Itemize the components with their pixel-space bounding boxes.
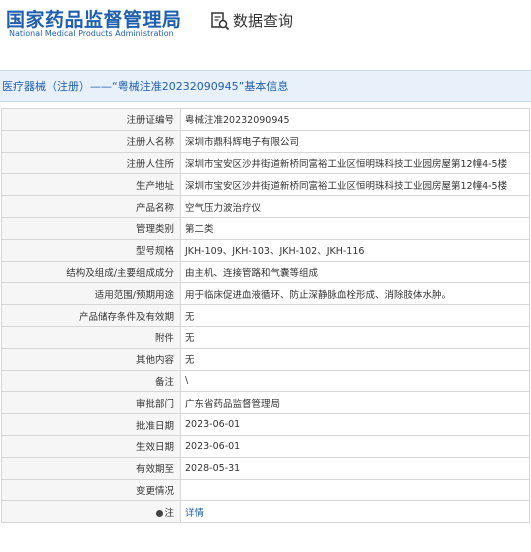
table-row: 其他内容无: [1, 347, 530, 371]
row-label: 型号规格: [1, 238, 181, 262]
row-value: 用于临床促进血液循环、防止深静脉血栓形成、消除肢体水肿。: [180, 282, 530, 306]
page-title: 医疗器械（注册）——“粤械注准20232090945”基本信息: [0, 70, 531, 102]
row-value: 空气压力波治疗仪: [180, 195, 530, 218]
row-value: 2023-06-01: [180, 434, 530, 458]
table-row: 注册人名称 深圳市鼎科辉电子有限公司: [1, 129, 530, 153]
note-label-cell: 注: [1, 500, 181, 524]
row-label: 产品名称: [1, 195, 181, 218]
row-label: 审批部门: [1, 391, 181, 415]
row-value: 无: [180, 347, 530, 371]
table-row: 批准日期 2023-06-01: [1, 413, 530, 436]
row-value: 由主机、连接管路和气囊等组成: [180, 260, 530, 284]
table-row: 生产地址 深圳市宝安区沙井街道新桥同富裕工业区恒明珠科技工业园房屋第12幢4-5楼: [1, 173, 530, 197]
data-query-link[interactable]: 数据查询: [210, 10, 293, 31]
table-row: 附件无: [1, 325, 530, 349]
table-row: 变更情况: [1, 478, 530, 502]
row-value: \: [180, 369, 530, 393]
row-value: JKH-109、JKH-103、JKH-102、JKH-116: [180, 238, 530, 262]
table-row: 有效期至 2028-05-31: [1, 456, 530, 480]
data-query-label: 数据查询: [233, 12, 294, 30]
site-header: 国家药品监督管理局 National Medical Products Admi…: [0, 0, 531, 48]
row-value: 深圳市宝安区沙井街道新桥同富裕工业区恒明珠科技工业园房屋第12幢4-5楼: [180, 151, 530, 175]
table-row: 管理类别 第二类: [1, 216, 530, 240]
row-value: 粤械注准20232090945: [180, 108, 530, 131]
table-row: 注册证编号 粤械注准20232090945: [1, 108, 530, 131]
detail-table: 注册证编号 粤械注准20232090945 注册人名称 深圳市鼎科辉电子有限公司 注册人…: [1, 108, 530, 524]
row-label: 有效期至: [1, 456, 181, 480]
table-row: 生效日期 2023-06-01: [1, 434, 530, 458]
note-value-cell: 详情: [180, 500, 530, 524]
org-name-cn[interactable]: 国家药品监督管理局: [6, 5, 182, 32]
row-value: 无: [180, 325, 530, 349]
row-label: 生效日期: [1, 434, 181, 458]
row-label: 注册证编号: [1, 108, 181, 131]
row-label: 结构及组成/主要组成成分: [1, 260, 181, 284]
row-value: 第二类: [180, 216, 530, 240]
row-label: 备注: [1, 369, 181, 393]
org-name-en: National Medical Products Administration: [9, 29, 174, 38]
row-value: 深圳市宝安区沙井街道新桥同富裕工业区恒明珠科技工业园房屋第12幢4-5楼: [180, 173, 530, 197]
row-label: 其他内容: [1, 347, 181, 371]
details-link[interactable]: 详情: [185, 508, 204, 519]
row-value: 无: [180, 304, 530, 327]
note-label: 注: [164, 507, 174, 519]
note-dot-icon: [156, 509, 164, 517]
row-value: 广东省药品监督管理局: [180, 391, 530, 415]
row-value: 2028-05-31: [180, 456, 530, 480]
row-value: 2023-06-01: [180, 413, 530, 436]
table-row: 备注 \: [1, 369, 530, 393]
row-label: 批准日期: [1, 413, 181, 436]
table-row: 产品名称 空气压力波治疗仪: [1, 195, 530, 218]
row-label: 管理类别: [1, 216, 181, 240]
row-value: 深圳市鼎科辉电子有限公司: [180, 129, 530, 153]
row-label: 生产地址: [1, 173, 181, 197]
note-row: 注详情: [1, 500, 530, 524]
row-label: 注册人住所: [1, 151, 181, 175]
row-value: [180, 478, 530, 502]
table-row: 产品储存条件及有效期无: [1, 304, 530, 327]
row-label: 产品储存条件及有效期: [1, 304, 181, 327]
row-label: 注册人名称: [1, 129, 181, 153]
row-label: 适用范围/预期用途: [1, 282, 181, 306]
row-label: 变更情况: [1, 478, 181, 502]
search-document-icon: [211, 11, 230, 30]
table-row: 型号规格 JKH-109、JKH-103、JKH-102、JKH-116: [1, 238, 530, 262]
row-label: 附件: [1, 325, 181, 349]
table-row: 结构及组成/主要组成成分 由主机、连接管路和气囊等组成: [1, 260, 530, 284]
table-row: 注册人住所 深圳市宝安区沙井街道新桥同富裕工业区恒明珠科技工业园房屋第12幢4-5…: [1, 151, 530, 175]
table-row: 审批部门 广东省药品监督管理局: [1, 391, 530, 415]
table-row: 适用范围/预期用途 用于临床促进血液循环、防止深静脉血栓形成、消除肢体水肿。: [1, 282, 530, 306]
